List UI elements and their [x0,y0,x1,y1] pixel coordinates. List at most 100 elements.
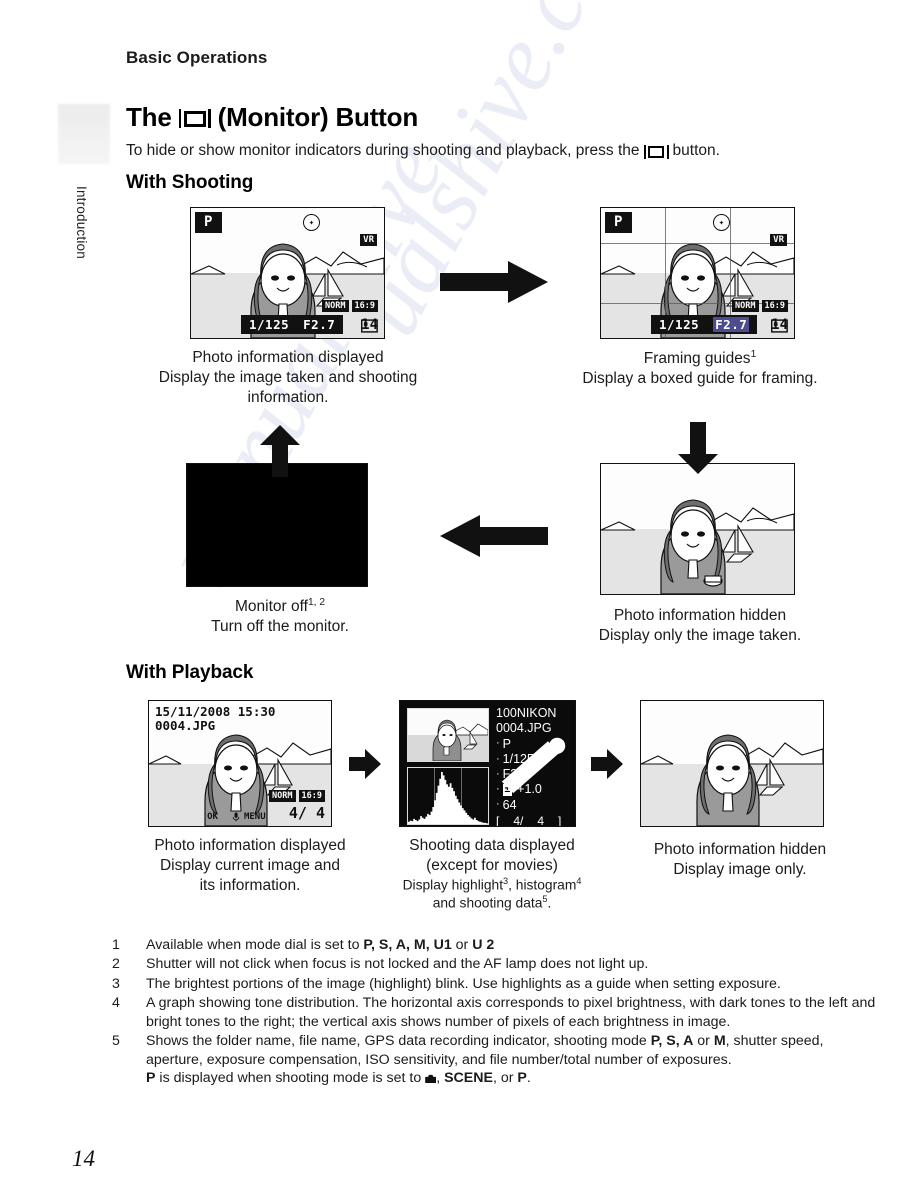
exposure-readout: 1/125 F2.7 [241,315,344,334]
section-heading-playback: With Playback [126,662,254,683]
footnote-5: 5 Shows the folder name, file name, GPS … [112,1032,882,1087]
caption-title: Photo information displayed [154,837,346,854]
screen-playback-info-hidden [640,700,824,827]
footnote-number: 5 [112,1033,120,1050]
footnote-text: Shows the folder name, file name, GPS da… [146,1033,824,1087]
screen-shooting-info-hidden [600,463,795,595]
frame-counter: 4/ 4 [289,804,325,822]
page-title-suffix: (Monitor) Button [217,102,419,132]
footnote-4: 4 A graph showing tone distribution. The… [112,994,882,1031]
screen-shooting-info: P ✦ VR NORM 16:9 14 1/125 F2.7 [190,207,385,339]
data-row-file: 0004.JPG [496,721,571,794]
arrow-up-left [260,425,300,477]
caption-title: Photo information hidden [613,607,787,624]
footnote-3: 3 The brightest portions of the image (h… [112,975,882,993]
footnote-text: Available when mode dial is set to P, S,… [146,937,495,953]
arrow-right-top [440,261,548,303]
intro-paragraph: To hide or show monitor indicators durin… [126,142,878,160]
intro-text-before: To hide or show monitor indicators durin… [126,142,640,159]
caption-playback-hidden: Photo information hidden Display image o… [600,840,880,880]
monitor-button-icon-inline [643,145,669,159]
caption-title: Framing guides1 [643,349,757,368]
scene-illustration [641,734,823,826]
thumbnail-illustration [408,709,488,761]
frame-current: 4/ [288,804,307,822]
exposure-readout: 1/125 F2.7 [651,315,758,334]
image-quality-badge: NORM [322,300,349,312]
intro-text-after: button. [672,142,720,159]
caption-line-2: Display image only. [673,860,807,878]
arrow-right-playback-2 [591,749,623,779]
caption-title: Photo information hidden [653,841,827,858]
gps-indicator-icon [501,737,566,794]
footnote-1: 1 Available when mode dial is set to P, … [112,936,882,954]
shutter-speed: 1/125 [249,317,290,332]
shots-remaining: 14 [361,317,378,333]
caption-line-2: Display the image taken and shooting [158,368,418,386]
caption-framing-guides: Framing guides1 Display a boxed guide fo… [540,348,860,389]
caption-line-2: Display current image and [159,856,341,874]
page-number: 14 [72,1146,95,1171]
scene-illustration [601,499,794,594]
image-size-badge: 16:9 [351,300,378,312]
page-title-prefix: The [126,102,172,132]
caption-line-2: Turn off the monitor. [211,617,349,635]
quality-indicators: NORM 16:9 [322,300,378,312]
caption-line-4: and shooting data5. [432,893,552,911]
shoot-mode-badge: P [195,212,223,233]
caption-line-3: its information. [199,876,301,894]
playback-date: 15/11/2008 15:30 [155,704,276,719]
microphone-icon [233,812,240,822]
footnotes: 1 Available when mode dial is set to P, … [112,936,882,1089]
caption-title: Monitor off1, 2 [235,597,325,616]
caption-title: Photo information displayed [192,349,384,366]
memory-card-icon [361,319,378,333]
monitor-button-icon [178,109,211,128]
memory-card-icon [771,319,788,333]
shoot-mode-badge: P [605,212,633,233]
quality-indicators: NORM 16:9 [269,790,325,802]
caption-line-2: Display a boxed guide for framing. [582,369,818,387]
footnote-text: A graph showing tone distribution. The h… [146,995,876,1030]
caption-line-2: Display only the image taken. [598,626,802,644]
shooting-data-list: 100NIKON 0004.JPG ·P ·1/125 ·F2.7 ·±+1.0 [496,706,571,826]
section-tab-label: Introduction [74,186,89,259]
vr-indicator: VR [770,234,787,246]
page-title: The (Monitor) Button [126,102,418,133]
histogram-plot [408,772,488,824]
screen-monitor-off [186,463,368,587]
flash-off-icon: ✦ [713,214,730,231]
caption-shooting-info: Photo information displayed Display the … [118,348,458,407]
image-quality-badge: NORM [269,790,296,802]
section-tab-mark [58,104,110,164]
image-thumbnail [407,708,489,762]
caption-line-3: Display highlight3, histogram4 [402,875,582,893]
caption-playback-data: Shooting data displayed (except for movi… [372,836,612,912]
image-quality-badge: NORM [732,300,759,312]
shots-remaining: 14 [771,317,788,333]
aperture: F2.7 [713,317,750,332]
running-head: Basic Operations [126,48,268,67]
playback-bottom-icons: OK MENU [207,812,266,822]
shutter-speed: 1/125 [659,317,700,332]
caption-shooting-hidden: Photo information hidden Display only th… [540,606,860,646]
quality-indicators: NORM 16:9 [732,300,788,312]
caption-playback-info: Photo information displayed Display curr… [110,836,390,895]
histogram [407,767,489,825]
footnote-number: 2 [112,956,120,973]
camera-auto-icon [425,1074,437,1084]
footnote-number: 3 [112,975,120,992]
caption-monitor-off: Monitor off1, 2 Turn off the monitor. [150,596,410,637]
arrow-left-bottom [440,515,548,557]
frame-total: 4 [315,804,325,822]
vr-indicator: VR [360,234,377,246]
caption-title: Shooting data displayed [409,837,575,854]
screen-playback-shooting-data: 100NIKON 0004.JPG ·P ·1/125 ·F2.7 ·±+1.0 [399,700,576,827]
footnote-number: 4 [112,995,120,1012]
aperture: F2.7 [303,317,336,332]
image-size-badge: 16:9 [298,790,325,802]
image-size-badge: 16:9 [761,300,788,312]
section-heading-shooting: With Shooting [126,172,254,193]
playback-timestamp: 15/11/2008 15:30 0004.JPG [155,704,276,734]
flash-off-icon: ✦ [303,214,320,231]
